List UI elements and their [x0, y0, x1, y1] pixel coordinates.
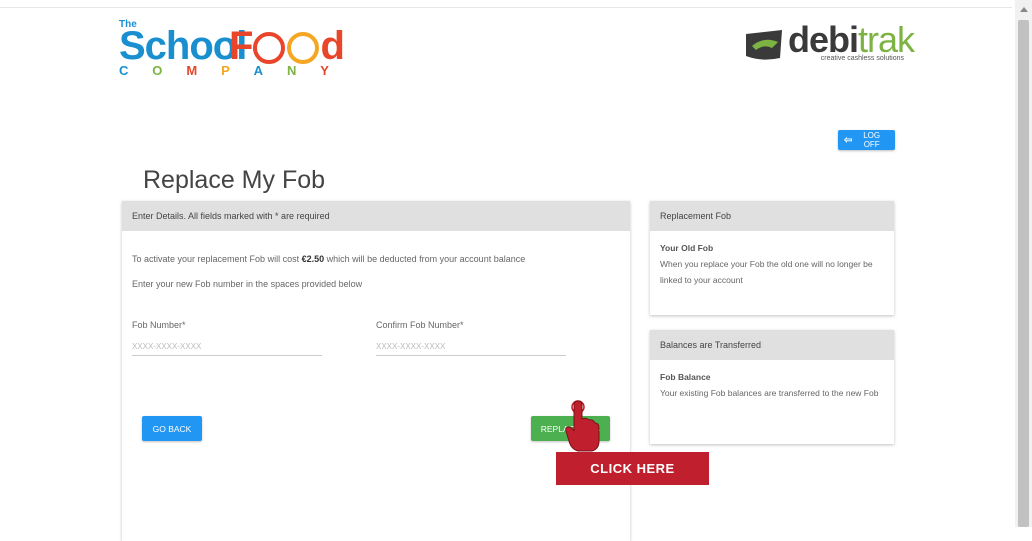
- debitrak-wordmark: debitrak: [788, 19, 915, 60]
- panel-body: Your Old Fob When you replace your Fob t…: [650, 231, 894, 300]
- cost-amount: €2.50: [301, 254, 325, 264]
- log-off-label: LOG OFF: [863, 131, 881, 149]
- debitrak-mark-icon: [746, 30, 782, 60]
- debitrak-tagline: creative cashless solutions: [820, 55, 904, 62]
- click-here-banner: CLICK HERE: [556, 452, 709, 485]
- panel-body: Fob Balance Your existing Fob balances a…: [650, 360, 894, 413]
- panel-title: Fob Balance: [660, 372, 711, 382]
- replacement-fob-panel: Replacement Fob Your Old Fob When you re…: [650, 201, 894, 315]
- panel-header: Enter Details. All fields marked with * …: [122, 201, 630, 231]
- top-divider: [0, 7, 1012, 8]
- smiley-face-icon: [287, 32, 320, 64]
- confirm-fob-number-input[interactable]: [376, 337, 566, 356]
- logo-company-text: C O M P A N Y: [119, 63, 329, 78]
- confirm-fob-number-label: Confirm Fob Number*: [376, 320, 464, 330]
- instructions-text: Enter your new Fob number in the spaces …: [132, 279, 363, 289]
- fob-number-label: Fob Number*: [132, 320, 186, 330]
- logo-food-text: F d: [229, 24, 345, 68]
- panel-text: Your existing Fob balances are transferr…: [660, 388, 879, 398]
- scrollbar-thumb[interactable]: [1018, 20, 1029, 527]
- cost-info-text: To activate your replacement Fob will co…: [132, 254, 526, 264]
- pointing-hand-icon: [565, 400, 600, 452]
- panel-title: Your Old Fob: [660, 243, 714, 253]
- fob-number-input[interactable]: [132, 337, 322, 356]
- balances-transferred-panel: Balances are Transferred Fob Balance You…: [650, 330, 894, 444]
- panel-header: Balances are Transferred: [650, 330, 894, 360]
- go-back-button[interactable]: GO BACK: [142, 416, 202, 441]
- panel-header: Replacement Fob: [650, 201, 894, 231]
- page-title: Replace My Fob: [143, 166, 326, 194]
- vertical-scrollbar[interactable]: [1015, 0, 1032, 527]
- smiley-face-icon: [253, 32, 286, 64]
- logo-school-text: School: [119, 24, 247, 68]
- debitrak-logo: debitrak creative cashless solutions: [742, 19, 915, 68]
- sign-out-icon: ⇦: [844, 134, 853, 146]
- panel-text: When you replace your Fob the old one wi…: [660, 259, 873, 285]
- scroll-up-arrow-icon[interactable]: [1020, 7, 1028, 12]
- enter-details-panel: Enter Details. All fields marked with * …: [122, 201, 630, 541]
- log-off-button[interactable]: ⇦ LOG OFF: [838, 130, 895, 150]
- school-food-logo: The School F d C O M P A N Y: [119, 19, 345, 78]
